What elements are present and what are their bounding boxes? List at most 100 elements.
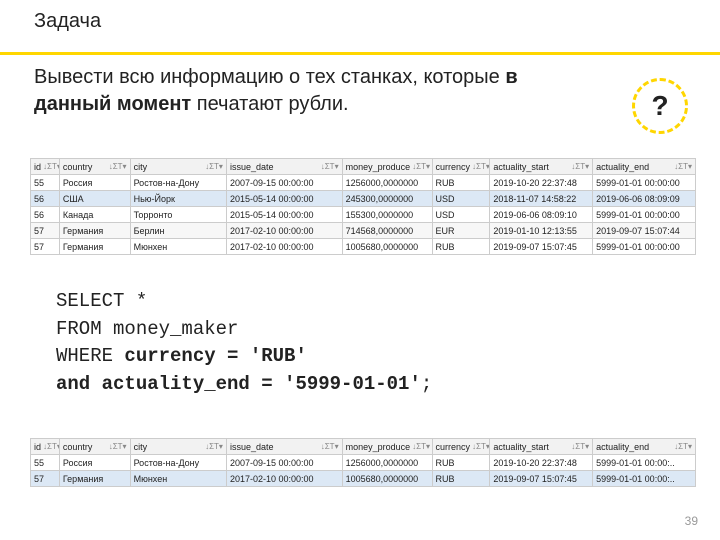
table-cell: 55 bbox=[31, 175, 60, 191]
table-cell: Мюнхен bbox=[130, 239, 226, 255]
column-header-issue_date[interactable]: issue_date ↓ΣT▾ bbox=[226, 439, 342, 455]
table-cell: USD bbox=[432, 191, 490, 207]
table-cell: 2019-06-06 08:09:10 bbox=[490, 207, 593, 223]
header-label: actuality_start bbox=[493, 442, 549, 452]
column-header-country[interactable]: country↓ΣT▾ bbox=[59, 439, 130, 455]
sort-filter-icon[interactable]: ↓ΣT▾ bbox=[43, 442, 59, 451]
table-cell: RUB bbox=[432, 455, 490, 471]
table-cell: 5999-01-01 00:00:.. bbox=[593, 455, 696, 471]
table-cell: 2019-10-20 22:37:48 bbox=[490, 455, 593, 471]
header-label: money_produce bbox=[346, 162, 411, 172]
table-cell: 5999-01-01 00:00:00 bbox=[593, 207, 696, 223]
column-header-issue_date[interactable]: issue_date↓ΣT▾ bbox=[226, 159, 342, 175]
column-header-city[interactable]: city ↓ΣT▾ bbox=[130, 159, 226, 175]
table-cell: Германия bbox=[59, 223, 130, 239]
table-row[interactable]: 57ГерманияМюнхен2017-02-10 00:00:0010056… bbox=[31, 239, 696, 255]
table-cell: Торронто bbox=[130, 207, 226, 223]
sort-filter-icon[interactable]: ↓ΣT▾ bbox=[321, 162, 339, 171]
header-label: city bbox=[134, 442, 148, 452]
table-cell: 2019-01-10 12:13:55 bbox=[490, 223, 593, 239]
result-table: id↓ΣT▾country↓ΣT▾city↓ΣT▾issue_date↓ΣT▾m… bbox=[30, 438, 696, 487]
table-cell: Мюнхен bbox=[130, 471, 226, 487]
table-cell: 2019-09-07 15:07:45 bbox=[490, 471, 593, 487]
table-cell: 2019-10-20 22:37:48 bbox=[490, 175, 593, 191]
divider bbox=[0, 52, 720, 55]
page-number: 39 bbox=[685, 514, 698, 528]
header-label: issue_date bbox=[230, 442, 274, 452]
column-header-id[interactable]: id↓ΣT▾ bbox=[31, 439, 60, 455]
source-table: id↓ΣT▾country↓ΣT▾city↓ΣT▾issue_date↓ΣT▾m… bbox=[30, 158, 696, 255]
table-cell: 5999-01-01 00:00:00 bbox=[593, 239, 696, 255]
table-cell: 2015-05-14 00:00:00 bbox=[226, 207, 342, 223]
sql-query: SELECT * FROM money_maker WHERE currency… bbox=[56, 288, 432, 398]
header-label: id bbox=[34, 442, 41, 452]
desc-part1: Вывести всю информацию о тех станках, ко… bbox=[34, 66, 505, 88]
table-row[interactable]: 56КанадаТорронто2015-05-14 00:00:0015530… bbox=[31, 207, 696, 223]
table-cell: 1005680,0000000 bbox=[342, 471, 432, 487]
table-cell: 56 bbox=[31, 207, 60, 223]
table-row[interactable]: 57ГерманияМюнхен2017-02-10 00:00:0010056… bbox=[31, 471, 696, 487]
table-row[interactable]: 56СШАНью-Йорк2015-05-14 00:00:00245300,0… bbox=[31, 191, 696, 207]
column-header-country[interactable]: country↓ΣT▾ bbox=[59, 159, 130, 175]
sort-filter-icon[interactable]: ↓ΣT▾ bbox=[674, 162, 692, 171]
table-row[interactable]: 55РоссияРостов-на-Дону2007-09-15 00:00:0… bbox=[31, 175, 696, 191]
header-row: id↓ΣT▾country↓ΣT▾city↓ΣT▾issue_date↓ΣT▾m… bbox=[31, 159, 696, 175]
table-cell: США bbox=[59, 191, 130, 207]
table-cell: 2017-02-10 00:00:00 bbox=[226, 471, 342, 487]
slide-title: Задача bbox=[34, 10, 104, 32]
column-header-city[interactable]: city ↓ΣT▾ bbox=[130, 439, 226, 455]
header-label: money_produce bbox=[346, 442, 411, 452]
sort-filter-icon[interactable]: ↓ΣT▾ bbox=[674, 442, 692, 451]
desc-part2: печатают рубли. bbox=[191, 93, 348, 115]
table-cell: 55 bbox=[31, 455, 60, 471]
column-header-money_produce[interactable]: money_produce↓ΣT▾ bbox=[342, 439, 432, 455]
table-cell: Нью-Йорк bbox=[130, 191, 226, 207]
table-cell: 2019-09-07 15:07:44 bbox=[593, 223, 696, 239]
sort-filter-icon[interactable]: ↓ΣT▾ bbox=[43, 162, 59, 171]
table-cell: 1256000,0000000 bbox=[342, 455, 432, 471]
table-cell: 1256000,0000000 bbox=[342, 175, 432, 191]
sql-line1: SELECT * bbox=[56, 290, 147, 312]
table-cell: 155300,0000000 bbox=[342, 207, 432, 223]
sql-line2: FROM money_maker bbox=[56, 318, 238, 340]
column-header-money_produce[interactable]: money_produce↓ΣT▾ bbox=[342, 159, 432, 175]
table-cell: Россия bbox=[59, 175, 130, 191]
table-cell: 245300,0000000 bbox=[342, 191, 432, 207]
table-cell: 2017-02-10 00:00:00 bbox=[226, 223, 342, 239]
table-row[interactable]: 55РоссияРостов-на-Дону2007-09-15 00:00:0… bbox=[31, 455, 696, 471]
column-header-currency[interactable]: currency↓ΣT▾ bbox=[432, 159, 490, 175]
table-cell: 1005680,0000000 bbox=[342, 239, 432, 255]
sort-filter-icon[interactable]: ↓ΣT▾ bbox=[109, 442, 127, 451]
table-cell: RUB bbox=[432, 239, 490, 255]
table-cell: 2019-06-06 08:09:09 bbox=[593, 191, 696, 207]
sort-filter-icon[interactable]: ↓ΣT▾ bbox=[472, 442, 490, 451]
column-header-actuality_start[interactable]: actuality_start ↓ΣT▾ bbox=[490, 439, 593, 455]
sort-filter-icon[interactable]: ↓ΣT▾ bbox=[412, 162, 430, 171]
column-header-actuality_start[interactable]: actuality_start↓ΣT▾ bbox=[490, 159, 593, 175]
sort-filter-icon[interactable]: ↓ΣT▾ bbox=[571, 162, 589, 171]
sort-filter-icon[interactable]: ↓ΣT▾ bbox=[205, 162, 223, 171]
table-cell: 2007-09-15 00:00:00 bbox=[226, 455, 342, 471]
column-header-currency[interactable]: currency↓ΣT▾ bbox=[432, 439, 490, 455]
sort-filter-icon[interactable]: ↓ΣT▾ bbox=[321, 442, 339, 451]
data-table-source: id↓ΣT▾country↓ΣT▾city↓ΣT▾issue_date↓ΣT▾m… bbox=[30, 158, 696, 255]
table-cell: 5999-01-01 00:00:00 bbox=[593, 175, 696, 191]
table-row[interactable]: 57ГерманияБерлин2017-02-10 00:00:0071456… bbox=[31, 223, 696, 239]
table-cell: 2015-05-14 00:00:00 bbox=[226, 191, 342, 207]
sort-filter-icon[interactable]: ↓ΣT▾ bbox=[571, 442, 589, 451]
sort-filter-icon[interactable]: ↓ΣT▾ bbox=[412, 442, 430, 451]
column-header-actuality_end[interactable]: actuality_end↓ΣT▾ bbox=[593, 159, 696, 175]
column-header-id[interactable]: id↓ΣT▾ bbox=[31, 159, 60, 175]
table-cell: 2019-09-07 15:07:45 bbox=[490, 239, 593, 255]
sql-line4a: and actuality_end = '5999-01-01' bbox=[56, 373, 421, 395]
question-mark: ? bbox=[651, 90, 668, 122]
table-cell: Россия bbox=[59, 455, 130, 471]
table-cell: USD bbox=[432, 207, 490, 223]
table-cell: 2018-11-07 14:58:22 bbox=[490, 191, 593, 207]
header-label: id bbox=[34, 162, 41, 172]
sort-filter-icon[interactable]: ↓ΣT▾ bbox=[109, 162, 127, 171]
column-header-actuality_end[interactable]: actuality_end↓ΣT▾ bbox=[593, 439, 696, 455]
header-label: city bbox=[134, 162, 148, 172]
sort-filter-icon[interactable]: ↓ΣT▾ bbox=[205, 442, 223, 451]
sort-filter-icon[interactable]: ↓ΣT▾ bbox=[472, 162, 490, 171]
